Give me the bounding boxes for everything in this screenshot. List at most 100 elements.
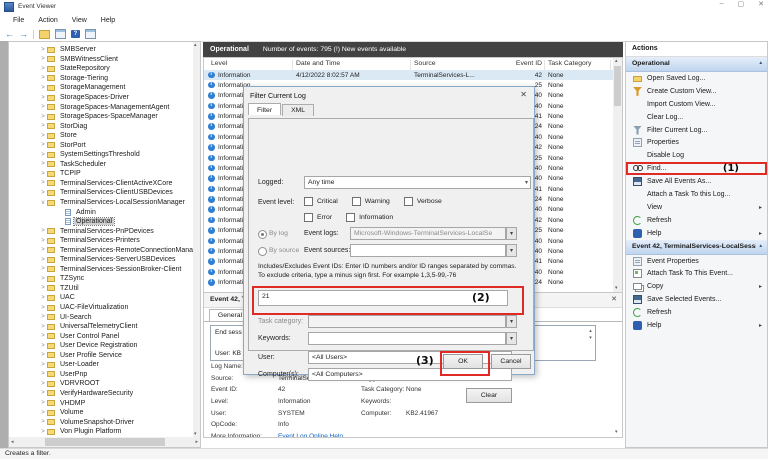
column-header-source[interactable]: Source [414,60,436,67]
action-item[interactable]: Help ▸ [626,319,767,332]
chevron-icon[interactable]: > [39,371,47,377]
chevron-icon[interactable]: > [39,95,47,101]
tree-item[interactable]: > UAC-FileVirtualization [9,303,193,313]
chevron-icon[interactable]: > [39,314,47,320]
action-item[interactable]: Refresh [626,214,767,227]
event-id-input[interactable]: 21 [258,290,508,306]
menu-item[interactable]: Help [94,17,122,24]
action-item[interactable]: Disable Log [626,149,767,162]
tree-item[interactable]: > TZUtil [9,284,193,294]
action-item[interactable]: View ▸ [626,201,767,214]
keywords-dropdown-button[interactable]: ▾ [506,332,517,345]
chevron-icon[interactable]: > [39,266,47,272]
chevron-icon[interactable]: > [39,142,47,148]
chevron-icon[interactable]: > [39,305,47,311]
tree-item[interactable]: > SMBWitnessClient [9,55,193,65]
chevron-icon[interactable]: > [39,343,47,349]
level-checkbox[interactable]: Information [346,213,393,222]
chevron-icon[interactable]: > [39,285,47,291]
tree-item[interactable]: > UniversalTelemetryClient [9,322,193,332]
chevron-icon[interactable]: > [39,171,47,177]
tree-item[interactable]: > TCPIP [9,169,193,179]
dialog-close-icon[interactable]: ✕ [520,90,527,99]
chevron-icon[interactable]: > [39,152,47,158]
chevron-icon[interactable]: > [39,56,47,62]
chevron-icon[interactable]: > [39,362,47,368]
column-header-taskcategory[interactable]: Task Category [548,60,591,67]
description-scrollbar[interactable]: ▴▾ [587,328,594,342]
action-item[interactable]: Help ▸ [626,227,767,240]
tree-item[interactable]: > Von Plugin Platform [9,427,193,437]
chevron-icon[interactable]: > [39,429,47,435]
action-item[interactable]: Event Properties [626,255,767,268]
tree-item[interactable]: > UAC [9,293,193,303]
checkbox-icon[interactable] [352,197,361,206]
scrollbar-thumb[interactable] [614,66,621,106]
level-checkbox[interactable]: Verbose [404,197,442,206]
preview-scrollbar[interactable]: ▾ [613,324,621,435]
chevron-icon[interactable]: > [39,123,47,129]
chevron-icon[interactable]: > [39,190,47,196]
chevron-icon[interactable]: > [39,85,47,91]
chevron-icon[interactable]: > [39,228,47,234]
tree-item[interactable]: > TerminalServices-PnPDevices [9,226,193,236]
window-icon[interactable] [55,29,66,39]
chevron-icon[interactable]: > [39,400,47,406]
tree-item[interactable]: > User-Loader [9,360,193,370]
tree-item[interactable]: > StorageSpaces-ManagementAgent [9,102,193,112]
tree-item[interactable]: > UserPnp [9,370,193,380]
forward-icon[interactable]: → [19,30,28,39]
tree-item[interactable]: > VerifyHardwareSecurity [9,389,193,399]
logged-dropdown[interactable]: Any time [304,176,531,189]
checkbox-icon[interactable] [304,213,313,222]
scroll-up-icon[interactable]: ▴ [615,59,618,64]
back-icon[interactable]: ← [5,30,14,39]
tree-item[interactable]: > StorageSpaces-SpaceManager [9,112,193,122]
chevron-icon[interactable]: > [39,390,47,396]
tree-horizontal-scrollbar[interactable]: ◂ ▸ [9,437,200,447]
clear-button[interactable]: Clear [466,388,512,403]
chevron-icon[interactable]: > [39,133,47,139]
action-item[interactable]: Save All Events As... [626,175,767,188]
tree-item[interactable]: Operational [9,217,193,227]
tree-item[interactable]: > SMBServer [9,45,193,55]
action-item[interactable]: Attach a Task To this Log... [626,188,767,201]
column-header-date[interactable]: Date and Time [296,60,340,67]
chevron-icon[interactable]: > [39,238,47,244]
action-item[interactable]: Open Saved Log... [626,72,767,85]
by-source-radio[interactable]: By source [258,246,308,256]
checkbox-icon[interactable] [304,197,313,206]
chevron-icon[interactable]: > [39,47,47,53]
tree-item[interactable]: > StorPort [9,140,193,150]
tree-item[interactable]: > User Control Panel [9,331,193,341]
chevron-icon[interactable]: > [39,247,47,253]
event-sources-dropdown-button[interactable]: ▾ [506,244,517,257]
action-item[interactable]: Create Custom View... [626,85,767,98]
chevron-icon[interactable]: > [39,352,47,358]
chevron-icon[interactable]: > [39,180,47,186]
scroll-down-icon[interactable]: ▾ [615,430,618,435]
action-pane-icon[interactable] [85,29,96,39]
level-checkbox[interactable]: Critical [304,197,338,206]
menu-item[interactable]: View [65,17,94,24]
section-header-operational[interactable]: Operational ▴ [626,57,767,72]
tree-item[interactable]: > Storage-Tiering [9,74,193,84]
scroll-up-icon[interactable]: ▴ [194,43,197,48]
checkbox-icon[interactable] [404,197,413,206]
scroll-down-icon[interactable]: ▾ [615,286,618,291]
help-icon[interactable]: ? [71,30,80,38]
tree-item[interactable]: > TerminalServices-ClientUSBDevices [9,188,193,198]
collapse-icon[interactable]: ▴ [759,60,762,66]
tree-item[interactable]: > User Device Registration [9,341,193,351]
collapse-icon[interactable]: ▴ [759,243,762,249]
chevron-icon[interactable]: > [39,324,47,330]
table-row[interactable]: i Information 4/12/2022 8:02:57 AM Termi… [204,70,613,80]
tree-item[interactable]: > StorageManagement [9,83,193,93]
tree-item[interactable]: > Volume [9,408,193,418]
tree-item[interactable]: > User Profile Service [9,351,193,361]
chevron-icon[interactable]: > [39,66,47,72]
scroll-left-icon[interactable]: ◂ [11,440,14,445]
tree-item[interactable]: > StorageSpaces-Driver [9,93,193,103]
chevron-icon[interactable]: > [39,419,47,425]
section-header-event42[interactable]: Event 42, TerminalServices-LocalSessionM… [626,240,767,255]
